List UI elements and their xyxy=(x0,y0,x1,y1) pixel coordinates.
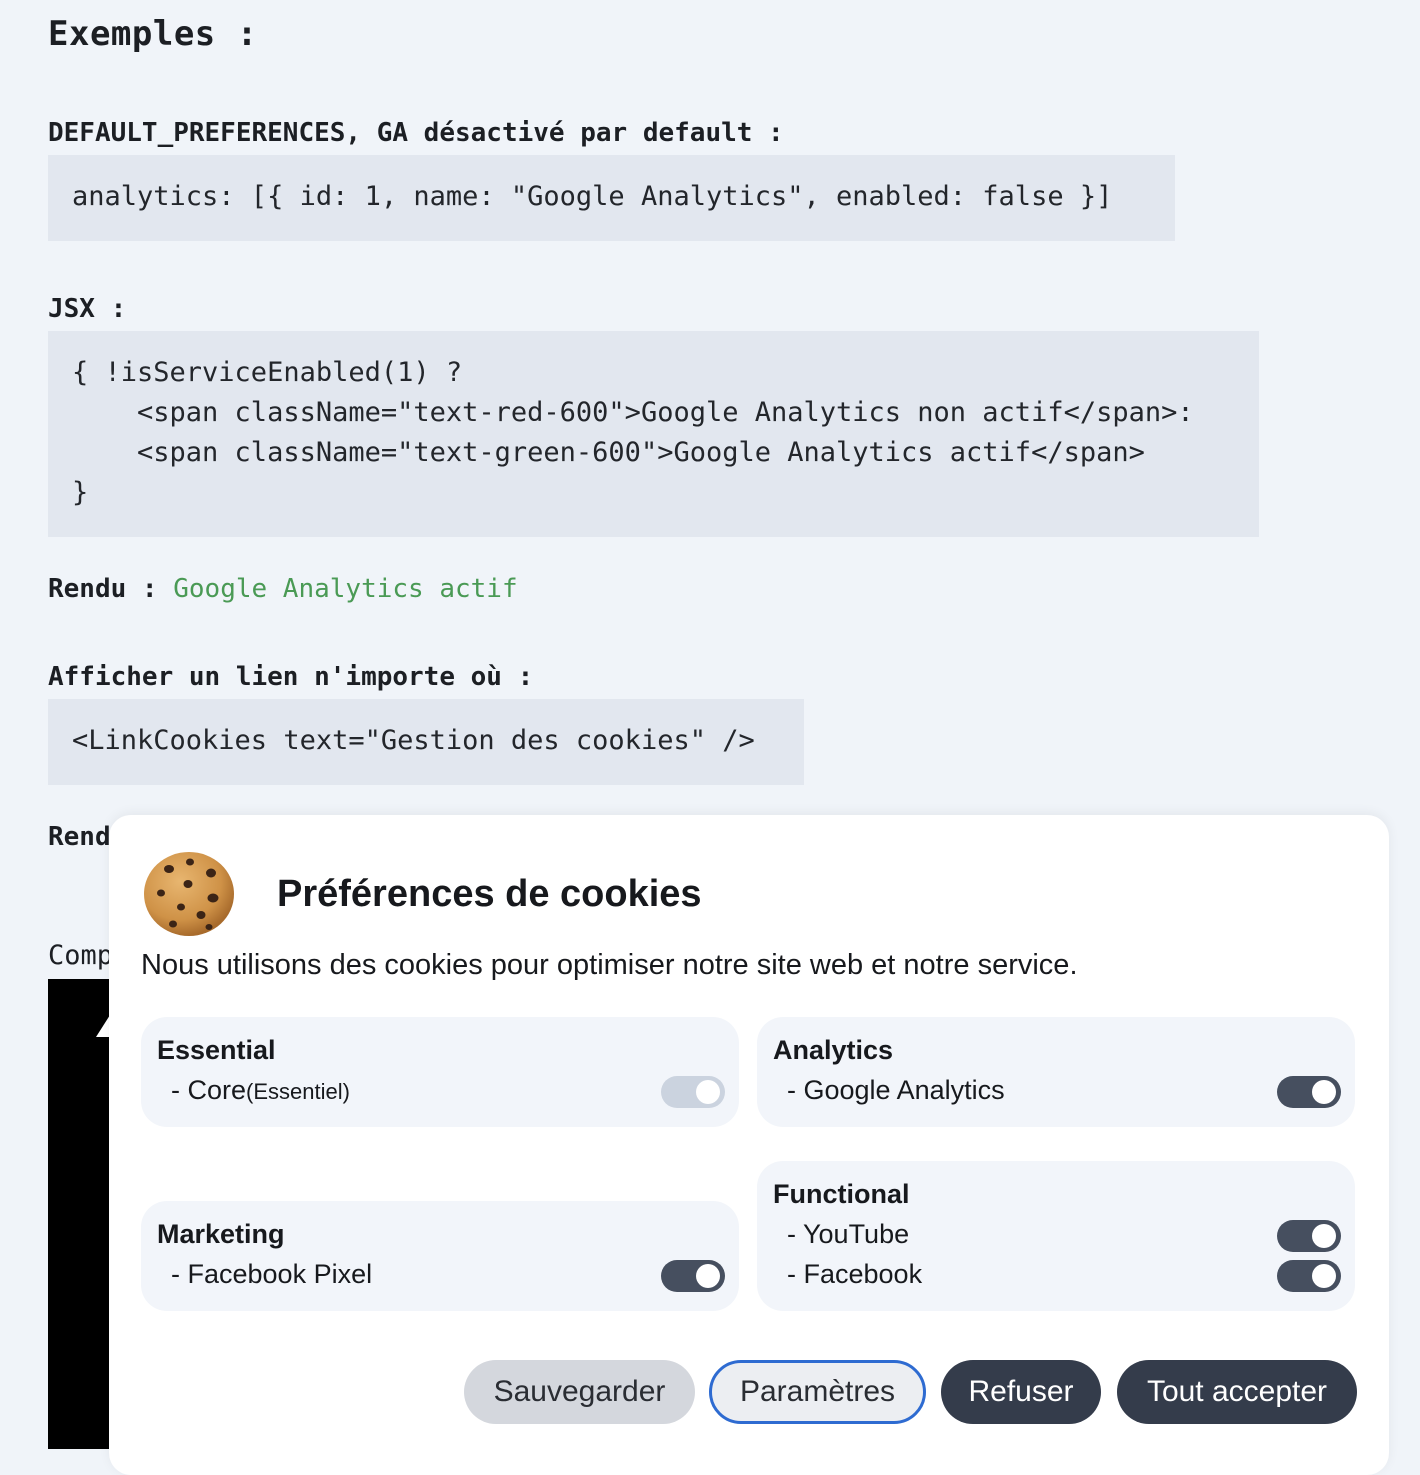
dialog-description: Nous utilisons des cookies pour optimise… xyxy=(141,949,1078,981)
default-preferences-label: DEFAULT_PREFERENCES, GA désactivé par de… xyxy=(48,118,784,148)
cookie-icon xyxy=(144,852,234,936)
refuse-button[interactable]: Refuser xyxy=(941,1360,1101,1424)
service-facebook-pixel: - Facebook Pixel xyxy=(171,1259,373,1289)
rendu-value: Google Analytics actif xyxy=(173,574,518,604)
category-card-functional: Functional - YouTube - Facebook xyxy=(757,1161,1355,1311)
toggle-google-analytics[interactable] xyxy=(1277,1076,1341,1108)
link-cookies-code-block: <LinkCookies text="Gestion des cookies" … xyxy=(48,699,804,785)
service-facebook: - Facebook xyxy=(787,1259,923,1289)
save-button[interactable]: Sauvegarder xyxy=(464,1360,695,1424)
service-name: - Core xyxy=(171,1075,247,1105)
accept-all-button[interactable]: Tout accepter xyxy=(1117,1360,1357,1424)
settings-button[interactable]: Paramètres xyxy=(709,1360,926,1424)
rendu-line: Rendu : Google Analytics actif xyxy=(48,574,518,604)
category-title-analytics: Analytics xyxy=(773,1035,894,1065)
category-title-marketing: Marketing xyxy=(157,1219,285,1249)
category-title-essential: Essential xyxy=(157,1035,276,1065)
service-note: (Essentiel) xyxy=(246,1079,350,1104)
examples-heading: Exemples : xyxy=(48,14,258,54)
toggle-facebook[interactable] xyxy=(1277,1260,1341,1292)
category-card-analytics: Analytics - Google Analytics xyxy=(757,1017,1355,1127)
service-core: - Core(Essentiel) xyxy=(171,1075,350,1106)
rendu-label: Rendu : xyxy=(48,574,158,604)
dialog-title: Préférences de cookies xyxy=(277,873,702,915)
dark-preview-block xyxy=(48,979,118,1449)
cookie-preferences-dialog: Préférences de cookies Nous utilisons de… xyxy=(109,815,1389,1475)
link-anywhere-label: Afficher un lien n'importe où : xyxy=(48,662,534,692)
category-title-functional: Functional xyxy=(773,1179,910,1209)
default-preferences-code-block: analytics: [{ id: 1, name: "Google Analy… xyxy=(48,155,1175,241)
preview-glyph xyxy=(96,1015,110,1037)
category-card-essential: Essential - Core(Essentiel) xyxy=(141,1017,739,1127)
toggle-core-locked xyxy=(661,1076,725,1108)
service-google-analytics: - Google Analytics xyxy=(787,1075,1005,1105)
comp-label: Comp xyxy=(48,940,114,971)
toggle-facebook-pixel[interactable] xyxy=(661,1260,725,1292)
service-youtube: - YouTube xyxy=(787,1219,910,1249)
jsx-label: JSX : xyxy=(48,294,127,324)
category-card-marketing: Marketing - Facebook Pixel xyxy=(141,1201,739,1311)
toggle-youtube[interactable] xyxy=(1277,1220,1341,1252)
jsx-code-block: { !isServiceEnabled(1) ? <span className… xyxy=(48,331,1259,537)
